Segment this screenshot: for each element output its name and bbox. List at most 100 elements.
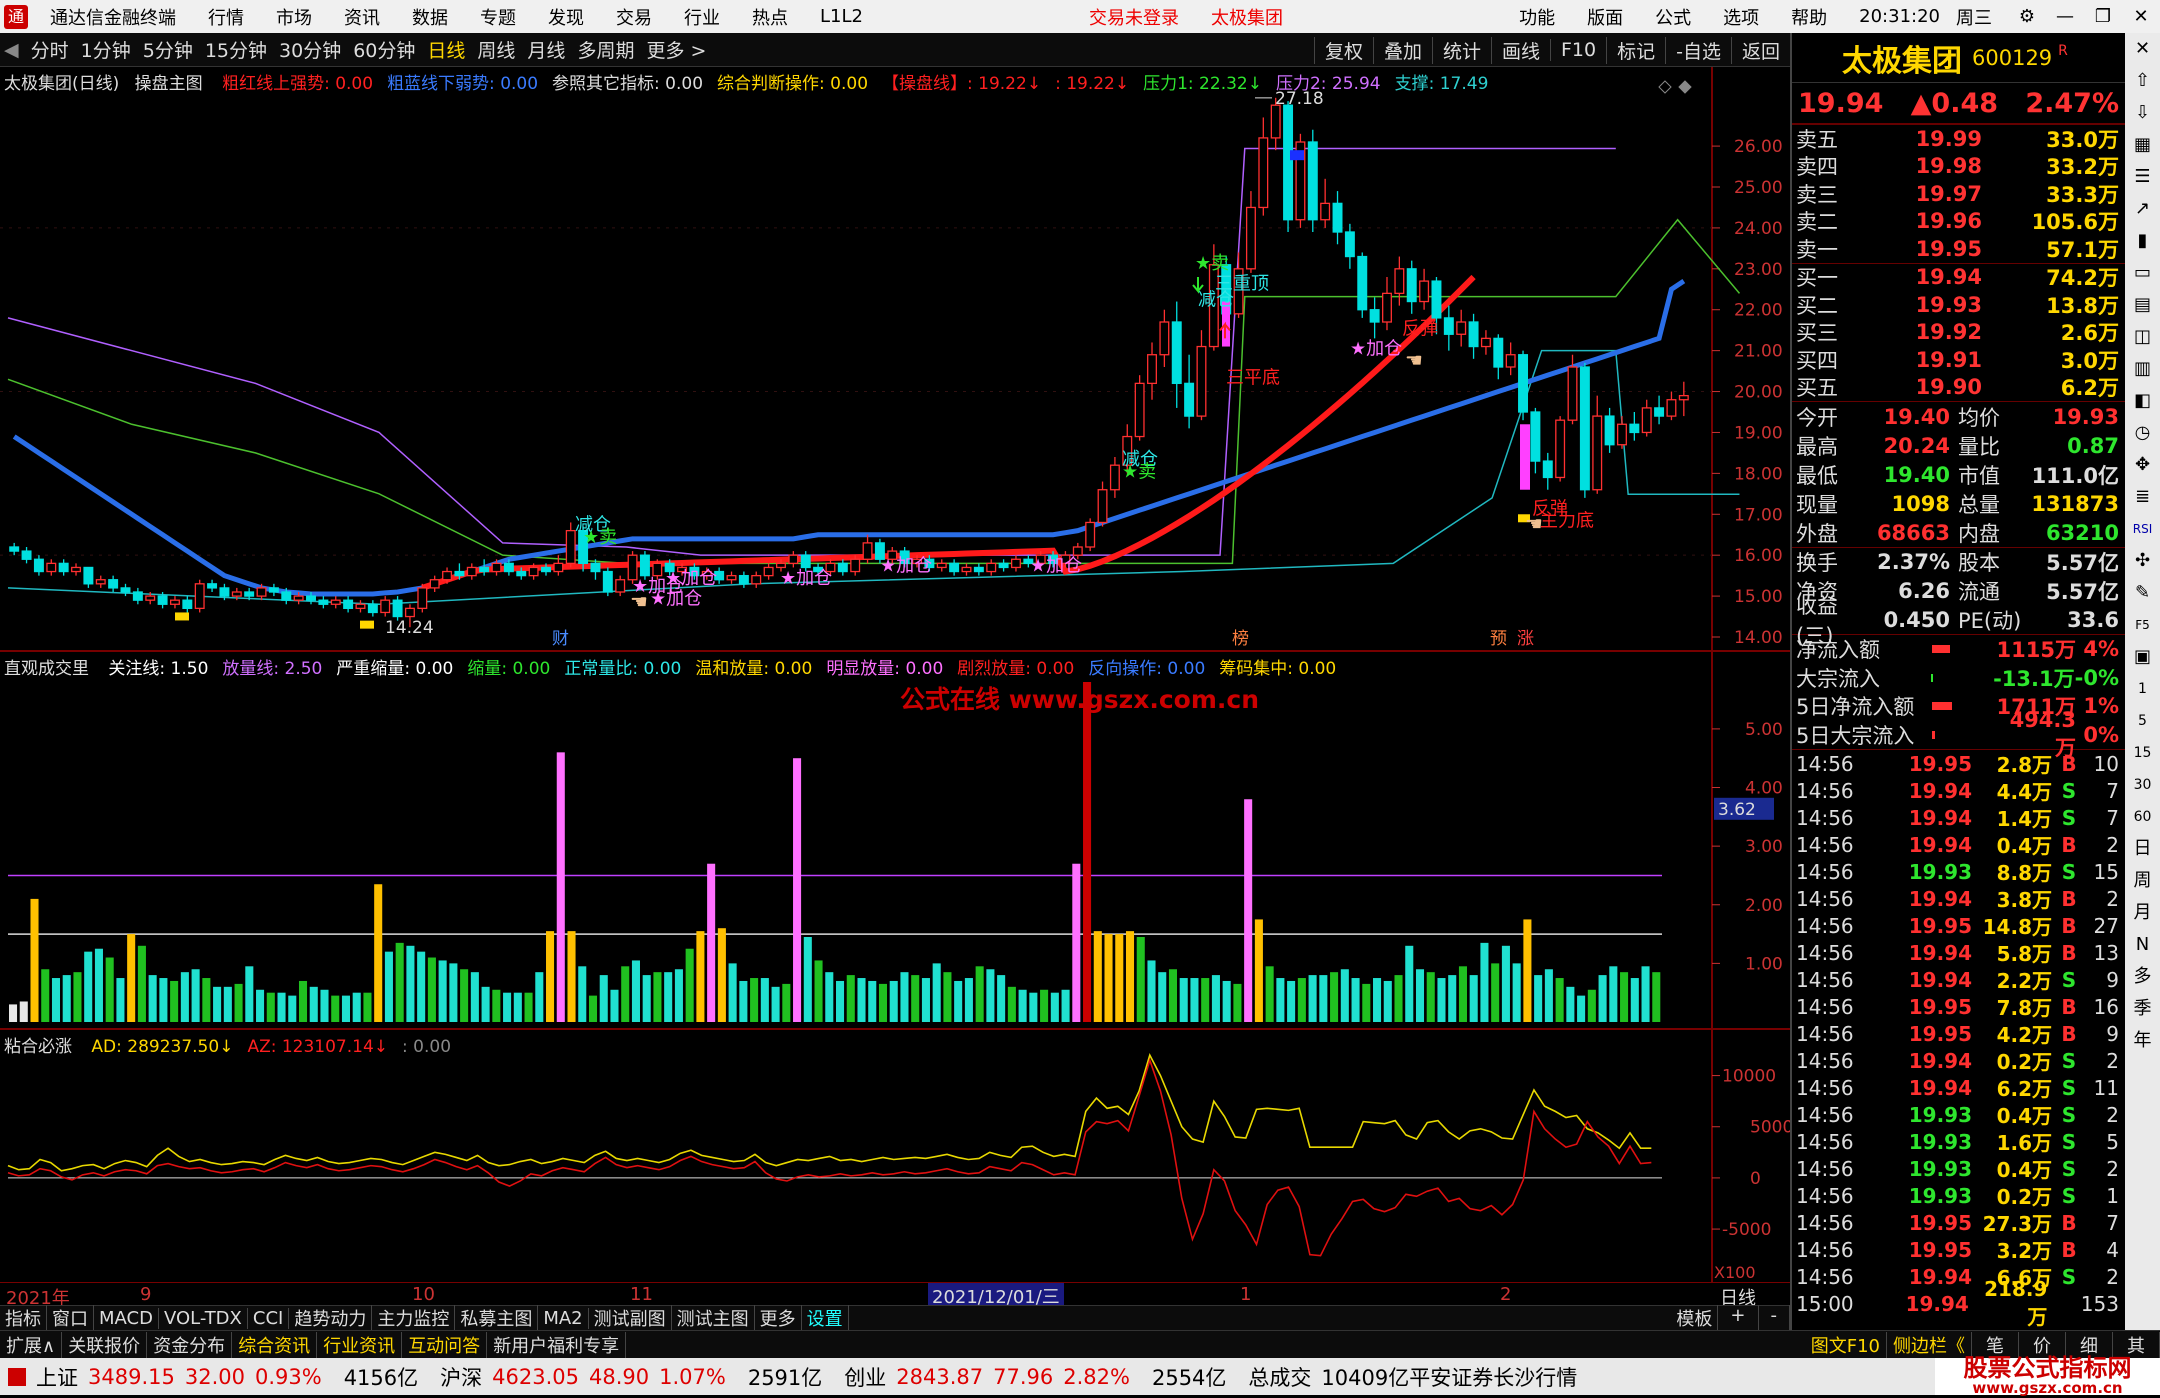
period-year-icon[interactable]: 年 [2125, 1025, 2160, 1057]
sidebar-toggle[interactable]: 侧边栏《 [1887, 1331, 1972, 1358]
tick-row[interactable]: 14:56 19.94 4.4万 S 7 [1792, 777, 2125, 805]
window-icon[interactable]: ▭ [2125, 257, 2160, 289]
tick-row[interactable]: 14:56 19.93 0.4万 S 2 [1792, 1101, 2125, 1129]
tab-main-monitor[interactable]: 主力监控 [372, 1305, 456, 1331]
tab-private-main[interactable]: 私募主图 [455, 1305, 539, 1331]
remove-window-button[interactable]: - [1759, 1305, 1790, 1331]
tick-row[interactable]: 14:56 19.93 1.6万 S 5 [1792, 1128, 2125, 1156]
menu-xuanxiang[interactable]: 选项 [1723, 4, 1759, 30]
tick-row[interactable]: 14:56 19.94 6.6万 S 2 [1792, 1263, 2125, 1291]
tick-row[interactable]: 14:56 19.95 2.8万 B 10 [1792, 750, 2125, 778]
period-tab-30min[interactable]: 30分钟 [279, 36, 341, 63]
bars-icon[interactable]: ▥ [2125, 353, 2160, 385]
tick-row[interactable]: 14:56 19.94 0.2万 S 2 [1792, 1047, 2125, 1075]
hs-label[interactable]: 沪深 [440, 1362, 482, 1392]
tick-list[interactable]: 14:56 19.95 2.8万 B 10 14:56 19.94 4.4万 S 7 14:56 19… [1792, 749, 2125, 1329]
grid-icon[interactable]: ▦ [2125, 129, 2160, 161]
menu-item-zhuanti[interactable]: 专题 [480, 4, 516, 30]
bid-row[interactable]: 买五 19.90 6.2万 [1792, 374, 2125, 402]
tick-row[interactable]: 14:56 19.94 5.8万 B 13 [1792, 939, 2125, 967]
oscillator-title[interactable]: 粘合必涨 [4, 1037, 72, 1057]
expand-button[interactable]: 扩展∧ [0, 1331, 63, 1358]
tab-cci[interactable]: CCI [248, 1307, 290, 1329]
kline-icon[interactable]: ▮ [2125, 225, 2160, 257]
sh-label[interactable]: 上证 [36, 1362, 78, 1392]
stack-icon[interactable]: ≣ [2125, 481, 2160, 513]
tab-related-quotes[interactable]: 关联报价 [62, 1331, 148, 1358]
tick-row[interactable]: 14:56 19.95 27.3万 B 7 [1792, 1209, 2125, 1237]
quote-stock-name[interactable]: 太极集团 [1842, 36, 1962, 80]
back-button[interactable]: 返回 [1730, 36, 1790, 64]
menu-bangzhu[interactable]: 帮助 [1791, 4, 1827, 30]
period-tab-fenshi[interactable]: 分时 [31, 36, 69, 63]
restore-icon[interactable]: ❐ [2084, 6, 2122, 27]
menu-item-shuju[interactable]: 数据 [412, 4, 448, 30]
remove-watchlist-button[interactable]: -自选 [1665, 36, 1731, 64]
menu-item-faxian[interactable]: 发现 [548, 4, 584, 30]
period-tab-5min[interactable]: 5分钟 [143, 36, 193, 63]
menu-item-hangye[interactable]: 行业 [684, 4, 720, 30]
bid-row[interactable]: 买四 19.91 3.0万 [1792, 346, 2125, 374]
period-multi-icon[interactable]: 多 [2125, 961, 2160, 993]
menu-gongshi[interactable]: 公式 [1655, 4, 1691, 30]
layers-icon[interactable]: ◫ [2125, 321, 2160, 353]
add-window-button[interactable]: + [1718, 1305, 1759, 1331]
f5-icon[interactable]: F5 [2125, 609, 2160, 641]
tab-general-news[interactable]: 综合资讯 [232, 1331, 318, 1358]
trend-icon[interactable]: ↗ [2125, 193, 2160, 225]
chart-icon[interactable]: ◧ [2125, 385, 2160, 417]
fin-icon[interactable]: ▤ [2125, 289, 2160, 321]
f10-button[interactable]: F10 [1550, 39, 1606, 61]
minute-30-icon[interactable]: 30 [2125, 769, 2160, 801]
settings-icon[interactable]: ⚙ [2008, 6, 2046, 27]
tick-row[interactable]: 14:56 19.93 8.8万 S 15 [1792, 858, 2125, 886]
menu-item-redian[interactable]: 热点 [752, 4, 788, 30]
period-tab-more[interactable]: 更多 > [646, 36, 706, 63]
minute-15-icon[interactable]: 15 [2125, 737, 2160, 769]
close-icon[interactable]: ✕ [2122, 6, 2160, 27]
move-icon[interactable]: ✣ [2125, 545, 2160, 577]
overlay-button[interactable]: 叠加 [1372, 36, 1432, 64]
ask-row[interactable]: 卖一 19.95 57.1万 [1792, 235, 2125, 263]
menu-item-hangqing[interactable]: 行情 [208, 4, 244, 30]
tab-test-main[interactable]: 测试主图 [672, 1305, 755, 1331]
down-arrow-icon[interactable]: ⇩ [2125, 97, 2160, 129]
calendar-icon[interactable]: ▣ [2125, 641, 2160, 673]
minute-5-icon[interactable]: 5 [2125, 705, 2160, 737]
tab-new-user-benefit[interactable]: 新用户福利专享 [487, 1331, 627, 1358]
menu-item-l1l2[interactable]: L1L2 [820, 6, 863, 27]
tab-fund-distribution[interactable]: 资金分布 [147, 1331, 233, 1358]
period-tab-15min[interactable]: 15分钟 [205, 36, 267, 63]
minimize-icon[interactable]: — [2046, 6, 2084, 27]
tab-ma2[interactable]: MA2 [538, 1307, 589, 1329]
tab-more[interactable]: 更多 [755, 1305, 802, 1331]
template-button[interactable]: 模板 [1671, 1305, 1719, 1331]
tick-row[interactable]: 14:56 19.95 3.2万 B 4 [1792, 1236, 2125, 1264]
ask-row[interactable]: 卖四 19.98 33.2万 [1792, 153, 2125, 181]
period-n-icon[interactable]: N [2125, 929, 2160, 961]
ask-row[interactable]: 卖二 19.96 105.6万 [1792, 208, 2125, 236]
bid-row[interactable]: 买三 19.92 2.6万 [1792, 319, 2125, 347]
period-tab-weekly[interactable]: 周线 [477, 36, 515, 63]
period-week-icon[interactable]: 周 [2125, 865, 2160, 897]
tick-row[interactable]: 14:56 19.94 6.2万 S 11 [1792, 1074, 2125, 1102]
minute-1-icon[interactable]: 1 [2125, 673, 2160, 705]
cross-icon[interactable]: ✥ [2125, 449, 2160, 481]
tick-row[interactable]: 14:56 19.95 14.8万 B 27 [1792, 912, 2125, 940]
bid-row[interactable]: 买二 19.93 13.8万 [1792, 291, 2125, 319]
stats-button[interactable]: 统计 [1431, 36, 1491, 64]
menu-item-zixun[interactable]: 资讯 [344, 4, 380, 30]
tick-row[interactable]: 15:00 19.94 218.9万 153 [1792, 1277, 2125, 1329]
tick-row[interactable]: 14:56 19.93 0.4万 S 2 [1792, 1155, 2125, 1183]
bid-row[interactable]: 买一 19.94 74.2万 [1792, 264, 2125, 292]
tick-row[interactable]: 14:56 19.94 0.4万 B 2 [1792, 831, 2125, 859]
kline-indicator-label[interactable]: 操盘主图 [135, 74, 203, 94]
tick-row[interactable]: 14:56 19.94 2.2万 S 9 [1792, 966, 2125, 994]
volume-title[interactable]: 直观成交里 [4, 659, 89, 679]
tick-row[interactable]: 14:56 19.94 1.4万 S 7 [1792, 804, 2125, 832]
up-arrow-icon[interactable]: ⇧ [2125, 65, 2160, 97]
period-tab-multi[interactable]: 多周期 [577, 36, 634, 63]
oscillator-panel[interactable]: 10000 5000 0 -5000 X100 粘合必涨 AD: 289237.50↓ A… [0, 1030, 1790, 1282]
clock-icon[interactable]: ◷ [2125, 417, 2160, 449]
period-day-icon[interactable]: 日 [2125, 833, 2160, 865]
